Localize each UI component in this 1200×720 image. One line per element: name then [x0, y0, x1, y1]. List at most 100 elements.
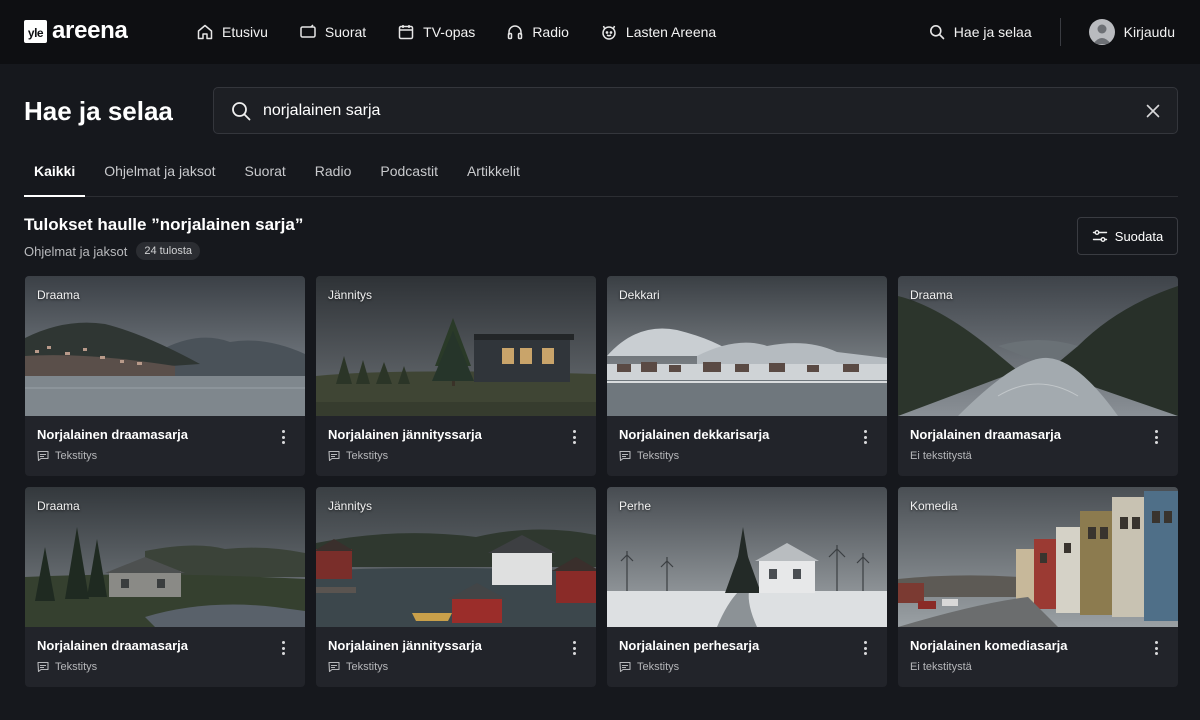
- program-meta-label: Ei tekstitystä: [910, 661, 972, 673]
- nav-item-label: Etusivu: [222, 24, 268, 40]
- program-meta: Tekstitys: [37, 661, 97, 673]
- program-meta-label: Tekstitys: [55, 450, 98, 462]
- program-title: Norjalainen dekkarisarja: [619, 427, 770, 442]
- main-nav: Etusivu Suorat TV-opas Radio Lasten Aree…: [196, 0, 747, 64]
- yle-areena-logo[interactable]: yle areena: [24, 19, 128, 43]
- more-options-button[interactable]: [275, 639, 291, 657]
- results-grid: Draama Norjalainen draamasarja Tekstitys: [25, 276, 1179, 687]
- results-subheading: Ohjelmat ja jaksot 24 tulosta: [24, 242, 201, 260]
- program-thumbnail: Draama: [25, 276, 305, 416]
- areena-wordmark: areena: [52, 17, 128, 44]
- nav-item-lasten-areena[interactable]: Lasten Areena: [600, 23, 716, 41]
- program-meta-label: Tekstitys: [346, 450, 389, 462]
- yle-logo-box: yle: [24, 19, 47, 43]
- nav-item-tv-opas[interactable]: TV-opas: [397, 23, 475, 41]
- program-meta: Tekstitys: [619, 661, 679, 673]
- calendar-icon: [398, 25, 414, 40]
- genre-label: Draama: [37, 288, 80, 302]
- genre-label: Jännitys: [328, 499, 373, 513]
- more-options-button[interactable]: [857, 639, 873, 657]
- filter-label: Suodata: [1114, 228, 1164, 244]
- nav-search-link[interactable]: Hae ja selaa: [929, 24, 1032, 40]
- program-card[interactable]: Komedia Norjalainen komediasarja Ei teks…: [898, 487, 1178, 687]
- headphones-icon: [508, 25, 523, 40]
- more-options-button[interactable]: [1148, 639, 1164, 657]
- nav-item-label: Suorat: [324, 24, 367, 40]
- login-button[interactable]: Kirjaudu: [1088, 19, 1175, 45]
- sliders-icon: [1092, 230, 1107, 242]
- results-section-label: Ohjelmat ja jaksot: [24, 243, 128, 259]
- program-card[interactable]: Jännitys Norjalainen jännityssarja Tekst…: [316, 487, 596, 687]
- kids-icon: [602, 25, 616, 40]
- close-icon[interactable]: [1144, 102, 1162, 120]
- program-thumbnail: Dekkari: [607, 276, 887, 416]
- genre-label: Perhe: [619, 499, 652, 513]
- program-card[interactable]: Dekkari Norjalainen dekkarisarja Tekstit…: [607, 276, 887, 476]
- program-card[interactable]: Perhe Norjalainen perhesarja Tekstitys: [607, 487, 887, 687]
- program-title: Norjalainen draamasarja: [910, 427, 1062, 442]
- program-meta-label: Tekstitys: [637, 450, 680, 462]
- program-title: Norjalainen jännityssarja: [328, 427, 482, 442]
- program-meta-label: Tekstitys: [637, 661, 680, 673]
- program-card[interactable]: Draama Norjalainen draamasarja Tekstitys: [25, 276, 305, 476]
- program-meta: Tekstitys: [328, 661, 388, 673]
- top-navigation-bar: yle areena Etusivu Suorat TV-opas Radio …: [0, 0, 1200, 64]
- tab-suorat[interactable]: Suorat: [235, 153, 296, 197]
- nav-search-label: Hae ja selaa: [953, 24, 1032, 40]
- program-thumbnail: Draama: [25, 487, 305, 627]
- search-field[interactable]: [213, 87, 1178, 134]
- program-title: Norjalainen jännityssarja: [328, 638, 482, 653]
- program-thumbnail: Jännitys: [316, 276, 596, 416]
- more-options-button[interactable]: [566, 428, 582, 446]
- more-options-button[interactable]: [1148, 428, 1164, 446]
- nav-item-etusivu[interactable]: Etusivu: [196, 23, 268, 41]
- tab-ohjelmat-ja-jaksot[interactable]: Ohjelmat ja jaksot: [94, 153, 225, 197]
- program-meta-label: Ei tekstitystä: [910, 450, 972, 462]
- nav-item-radio[interactable]: Radio: [506, 23, 569, 41]
- tab-kaikki[interactable]: Kaikki: [24, 153, 86, 197]
- genre-label: Komedia: [910, 499, 958, 513]
- nav-item-label: TV-opas: [423, 24, 476, 40]
- tab-podcastit[interactable]: Podcastit: [370, 153, 448, 197]
- more-options-button[interactable]: [857, 428, 873, 446]
- home-icon: [197, 24, 213, 40]
- more-options-button[interactable]: [566, 639, 582, 657]
- subtitles-icon: [619, 450, 631, 462]
- program-meta: Ei tekstitystä: [910, 450, 972, 462]
- nav-item-label: Radio: [532, 24, 569, 40]
- page-title: Hae ja selaa: [24, 96, 173, 126]
- genre-label: Draama: [910, 288, 953, 302]
- results-heading: Tulokset haulle ”norjalainen sarja”: [24, 215, 304, 234]
- user-icon: [1092, 24, 1111, 44]
- tab-artikkelit[interactable]: Artikkelit: [457, 153, 530, 197]
- program-title: Norjalainen draamasarja: [37, 427, 189, 442]
- results-count-badge: 24 tulosta: [136, 242, 201, 260]
- search-icon: [232, 101, 251, 120]
- program-card[interactable]: Draama Norjalainen draamasarja Tekstitys: [25, 487, 305, 687]
- nav-item-label: Lasten Areena: [625, 24, 717, 40]
- filter-button[interactable]: Suodata: [1077, 217, 1178, 255]
- program-meta-label: Tekstitys: [346, 661, 389, 673]
- nav-item-suorat[interactable]: Suorat: [299, 23, 366, 41]
- program-card[interactable]: Jännitys Norjalainen jännityssarja Tekst…: [316, 276, 596, 476]
- program-thumbnail: Draama: [898, 276, 1178, 416]
- program-card[interactable]: Draama Norjalainen draamasarja Ei teksti…: [898, 276, 1178, 476]
- nav-right: Hae ja selaa Kirjaudu: [929, 0, 1175, 64]
- subtitles-icon: [37, 450, 49, 462]
- genre-label: Dekkari: [619, 288, 660, 302]
- genre-label: Jännitys: [328, 288, 373, 302]
- program-title: Norjalainen komediasarja: [910, 638, 1068, 653]
- program-thumbnail: Perhe: [607, 487, 887, 627]
- login-label: Kirjaudu: [1123, 24, 1175, 40]
- subtitles-icon: [328, 661, 340, 673]
- nav-divider: [1059, 18, 1061, 46]
- subtitles-icon: [619, 661, 631, 673]
- program-meta-label: Tekstitys: [55, 661, 98, 673]
- program-meta: Tekstitys: [37, 450, 97, 462]
- program-meta: Ei tekstitystä: [910, 661, 972, 673]
- tab-radio[interactable]: Radio: [305, 153, 362, 197]
- search-icon: [929, 25, 945, 40]
- search-input[interactable]: [263, 88, 1144, 133]
- more-options-button[interactable]: [275, 428, 291, 446]
- subtitles-icon: [328, 450, 340, 462]
